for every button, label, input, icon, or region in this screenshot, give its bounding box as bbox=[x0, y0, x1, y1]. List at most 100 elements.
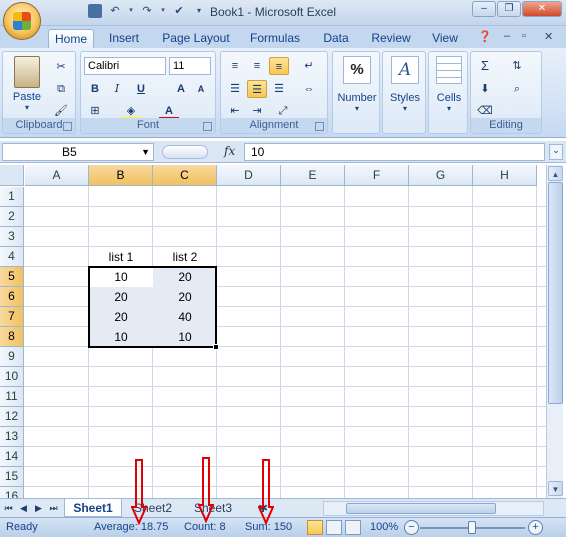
sort-filter-icon[interactable]: ⇅ bbox=[507, 57, 527, 75]
next-sheet-icon[interactable]: ▶ bbox=[32, 501, 45, 515]
row-header-5[interactable]: 5 bbox=[0, 267, 24, 287]
scroll-down-icon[interactable]: ▼ bbox=[548, 481, 563, 496]
cell-b4[interactable]: list 1 bbox=[89, 247, 153, 267]
cell-c4[interactable]: list 2 bbox=[153, 247, 217, 267]
align-top-icon[interactable]: ≡ bbox=[225, 57, 245, 75]
row-header-15[interactable]: 15 bbox=[0, 467, 24, 487]
row-header-2[interactable]: 2 bbox=[0, 207, 24, 227]
office-button[interactable] bbox=[3, 2, 41, 40]
tab-review[interactable]: Review bbox=[364, 29, 418, 48]
page-break-view-icon[interactable] bbox=[345, 520, 361, 535]
sheet-tab-sheet1[interactable]: Sheet1 bbox=[64, 499, 122, 517]
insert-function-icon[interactable]: fx bbox=[224, 144, 235, 158]
shrink-font-icon[interactable]: A bbox=[191, 80, 211, 98]
hscroll-thumb[interactable] bbox=[346, 503, 496, 514]
ribbon-minimize-icon[interactable]: – bbox=[504, 30, 510, 42]
page-layout-view-icon[interactable] bbox=[326, 520, 342, 535]
column-header-d[interactable]: D bbox=[217, 165, 281, 186]
maximize-button[interactable]: ❐ bbox=[497, 1, 521, 17]
align-center-icon[interactable]: ☰ bbox=[247, 80, 267, 98]
customize-qat-icon[interactable]: ▾ bbox=[192, 4, 206, 18]
dialog-launcher-icon[interactable] bbox=[63, 122, 72, 131]
spelling-check-icon[interactable]: ✔ bbox=[172, 4, 186, 18]
italic-button[interactable]: I bbox=[107, 80, 127, 98]
row-header-12[interactable]: 12 bbox=[0, 407, 24, 427]
zoom-in-icon[interactable]: + bbox=[528, 520, 543, 535]
dialog-launcher-icon[interactable] bbox=[315, 122, 324, 131]
find-select-icon[interactable]: ⌕ bbox=[507, 80, 527, 98]
help-icon[interactable]: ❓ bbox=[478, 30, 492, 43]
row-header-4[interactable]: 4 bbox=[0, 247, 24, 267]
tab-data[interactable]: Data bbox=[316, 29, 356, 48]
align-right-icon[interactable]: ☰ bbox=[269, 80, 289, 98]
autosum-icon[interactable]: Σ bbox=[475, 57, 495, 75]
tab-insert[interactable]: Insert bbox=[100, 29, 148, 48]
row-header-13[interactable]: 13 bbox=[0, 427, 24, 447]
bold-button[interactable]: B bbox=[85, 80, 105, 98]
align-left-icon[interactable]: ☰ bbox=[225, 80, 245, 98]
fill-icon[interactable]: ⬇ bbox=[475, 80, 495, 98]
column-header-h[interactable]: H bbox=[473, 165, 537, 186]
column-header-f[interactable]: F bbox=[345, 165, 409, 186]
undo-icon[interactable]: ↶ bbox=[108, 4, 122, 18]
chevron-down-icon[interactable]: ▼ bbox=[141, 144, 150, 160]
zoom-out-icon[interactable]: − bbox=[404, 520, 419, 535]
column-header-g[interactable]: G bbox=[409, 165, 473, 186]
scroll-up-icon[interactable]: ▲ bbox=[548, 166, 563, 181]
grow-font-icon[interactable]: A bbox=[171, 80, 191, 98]
cells-button[interactable]: Cells ▾ bbox=[430, 56, 468, 113]
paste-button[interactable]: Paste ▾ bbox=[7, 56, 47, 112]
column-header-c[interactable]: C bbox=[153, 165, 217, 186]
formula-bar-splitter[interactable] bbox=[162, 145, 208, 159]
ribbon-restore-icon[interactable]: ▫ bbox=[522, 30, 526, 42]
row-header-11[interactable]: 11 bbox=[0, 387, 24, 407]
first-sheet-icon[interactable]: ⏮ bbox=[2, 501, 15, 515]
dropdown-icon[interactable]: ▾ bbox=[128, 4, 134, 18]
merge-center-icon[interactable]: ⇔ bbox=[299, 80, 319, 98]
formula-input[interactable]: 10 bbox=[244, 143, 545, 161]
save-icon[interactable] bbox=[88, 4, 102, 18]
row-header-8[interactable]: 8 bbox=[0, 327, 24, 347]
copy-icon[interactable]: ⧉ bbox=[51, 80, 71, 98]
row-header-10[interactable]: 10 bbox=[0, 367, 24, 387]
select-all-button[interactable] bbox=[0, 165, 24, 186]
last-sheet-icon[interactable]: ⏭ bbox=[47, 501, 60, 515]
tab-formulas[interactable]: Formulas bbox=[242, 29, 308, 48]
underline-button[interactable]: U bbox=[131, 80, 151, 98]
align-bottom-icon[interactable]: ≡ bbox=[269, 57, 289, 75]
scroll-thumb[interactable] bbox=[548, 182, 563, 404]
close-button[interactable]: ✕ bbox=[522, 1, 562, 17]
name-box[interactable]: B5 ▼ bbox=[2, 143, 154, 161]
styles-button[interactable]: A Styles ▾ bbox=[384, 56, 426, 113]
tab-home[interactable]: Home bbox=[48, 29, 94, 48]
number-format-button[interactable]: % Number ▾ bbox=[335, 56, 379, 113]
row-header-14[interactable]: 14 bbox=[0, 447, 24, 467]
font-size-select[interactable]: 11 bbox=[169, 57, 211, 75]
cut-icon[interactable]: ✂ bbox=[51, 58, 71, 76]
row-header-3[interactable]: 3 bbox=[0, 227, 24, 247]
worksheet-grid[interactable]: ABCDEFGH 1 2 3 4 5 6 7 8 9 10 11 12 13 14 15 16 list 1 … bbox=[0, 165, 546, 498]
row-header-1[interactable]: 1 bbox=[0, 187, 24, 207]
redo-icon[interactable]: ↷ bbox=[140, 4, 154, 18]
row-header-6[interactable]: 6 bbox=[0, 287, 24, 307]
wrap-text-icon[interactable]: ↵ bbox=[299, 57, 319, 75]
minimize-button[interactable]: – bbox=[472, 1, 496, 17]
horizontal-scrollbar[interactable] bbox=[323, 501, 544, 516]
tab-page-layout[interactable]: Page Layout bbox=[158, 29, 234, 48]
zoom-level[interactable]: 100% bbox=[370, 521, 398, 533]
row-header-7[interactable]: 7 bbox=[0, 307, 24, 327]
align-middle-icon[interactable]: ≡ bbox=[247, 57, 267, 75]
ribbon-close-icon[interactable]: ✕ bbox=[544, 30, 553, 43]
column-header-a[interactable]: A bbox=[25, 165, 89, 186]
zoom-slider-thumb[interactable] bbox=[468, 521, 476, 534]
expand-formula-bar-icon[interactable]: ⌄ bbox=[549, 144, 563, 160]
dropdown-icon[interactable]: ▾ bbox=[160, 4, 166, 18]
font-name-select[interactable]: Calibri bbox=[84, 57, 166, 75]
row-header-9[interactable]: 9 bbox=[0, 347, 24, 367]
vertical-scrollbar[interactable]: ▲ ▼ bbox=[546, 165, 563, 498]
column-header-e[interactable]: E bbox=[281, 165, 345, 186]
fill-handle[interactable] bbox=[213, 344, 219, 350]
row-header-16[interactable]: 16 bbox=[0, 487, 24, 498]
tab-view[interactable]: View bbox=[424, 29, 466, 48]
column-header-b[interactable]: B bbox=[89, 165, 153, 186]
